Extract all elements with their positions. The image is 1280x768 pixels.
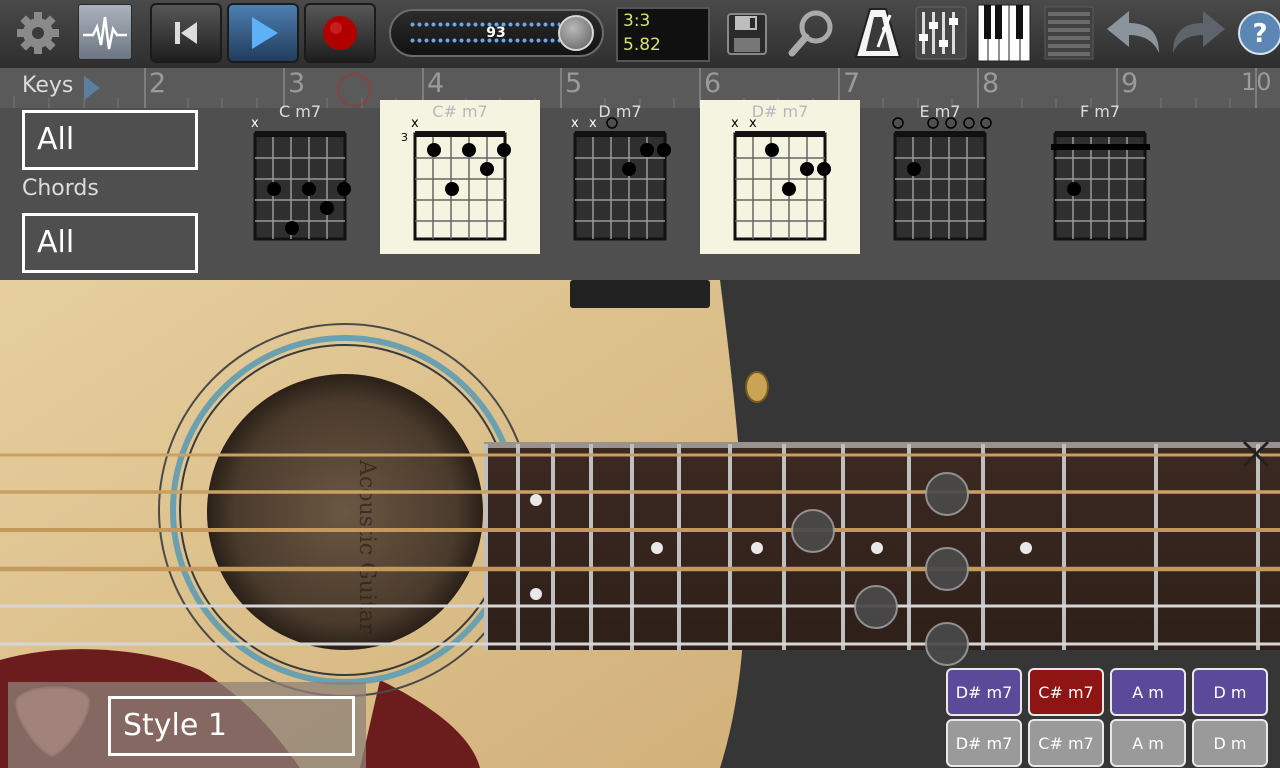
chords-label: Chords [22, 176, 99, 201]
bar-number: 10 [1241, 68, 1272, 96]
bar-number: 4 [427, 68, 445, 99]
play-icon [252, 17, 278, 49]
bar-number: 6 [704, 68, 722, 99]
undo-button[interactable] [1104, 5, 1164, 61]
svg-text:Acoustic Guitar: Acoustic Guitar [354, 459, 379, 634]
waveform-button[interactable] [78, 4, 132, 60]
chord-diagram-dsharpm7[interactable]: D# m7 x x [700, 100, 860, 254]
chord-button[interactable]: D m [1192, 668, 1268, 716]
svg-text:x: x [571, 116, 579, 131]
piano-icon [977, 4, 1031, 62]
gear-icon [17, 12, 59, 54]
settings-button[interactable] [10, 4, 66, 62]
keys-filter-select[interactable]: All [22, 110, 198, 170]
piano-button[interactable] [976, 4, 1032, 62]
chord-chart [892, 117, 992, 241]
bar-number: 7 [843, 68, 861, 99]
chord-chart [1051, 131, 1150, 241]
skip-to-start-button[interactable] [150, 3, 222, 63]
record-button[interactable] [304, 3, 376, 63]
tempo-slider[interactable]: 93 [389, 9, 604, 57]
chord-button[interactable]: C# m7 [1028, 719, 1104, 767]
track-list-button[interactable] [1042, 5, 1096, 61]
chord-diagram-cm7[interactable]: C m7 x [220, 100, 380, 254]
chord-button[interactable]: D# m7 [946, 668, 1022, 716]
search-button[interactable] [784, 5, 840, 61]
chord-button[interactable]: A m [1110, 719, 1186, 767]
search-icon [788, 10, 833, 57]
redo-button[interactable] [1168, 5, 1228, 61]
skip-back-icon [175, 22, 197, 44]
chords-filter-select[interactable]: All [22, 213, 198, 273]
mixer-button[interactable] [914, 5, 968, 61]
time-signature: 3:3 [623, 11, 651, 31]
record-icon [323, 16, 357, 50]
redo-icon [1173, 11, 1225, 53]
waveform-icon [83, 16, 127, 50]
tempo-knob[interactable] [558, 15, 594, 51]
save-button[interactable] [724, 5, 770, 61]
style-select[interactable]: Style 1 [108, 696, 355, 756]
chord-chart: x [251, 116, 351, 241]
svg-text:x: x [251, 116, 259, 131]
chord-button[interactable]: D# m7 [946, 719, 1022, 767]
song-position: 5.82 [623, 35, 661, 55]
play-button[interactable] [227, 3, 299, 63]
bar-number: 5 [565, 68, 583, 99]
bar-number: 8 [982, 68, 1000, 99]
position-display: 3:3 5.82 [616, 7, 710, 62]
save-icon [727, 13, 767, 55]
chord-diagram-em7[interactable]: E m7 [860, 100, 1020, 254]
chord-button[interactable]: C# m7 [1028, 668, 1104, 716]
chord-chart: x x [731, 116, 831, 241]
fret-number: 3 [401, 131, 408, 144]
chord-diagram-fm7[interactable]: F m7 [1020, 100, 1180, 254]
metronome-icon [854, 8, 902, 58]
keys-label: Keys [22, 73, 74, 98]
bar-number: 3 [288, 68, 306, 99]
chord-diagram-csharpm7[interactable]: C# m7 x 3 [380, 100, 540, 254]
help-button[interactable]: ? [1236, 5, 1280, 61]
chord-chart: x x [571, 116, 671, 241]
chord-chart: x [411, 116, 511, 241]
svg-text:?: ? [1252, 19, 1267, 49]
guitar-app: 93 3:3 5.82 ? 2 3 4 5 6 7 8 9 10 Acousti… [0, 0, 1280, 768]
chord-button[interactable]: A m [1110, 668, 1186, 716]
list-icon [1044, 6, 1094, 60]
mixer-icon [915, 6, 967, 60]
undo-icon [1107, 11, 1159, 53]
toolbar: 93 3:3 5.82 ? [0, 0, 1280, 68]
bar-number: 2 [149, 68, 167, 99]
bar-number: 9 [1121, 68, 1139, 99]
svg-text:x: x [731, 116, 739, 131]
metronome-button[interactable] [850, 5, 906, 61]
help-icon: ? [1238, 11, 1280, 55]
svg-text:x: x [749, 116, 757, 131]
svg-text:x: x [411, 116, 419, 131]
close-icon[interactable] [1240, 438, 1272, 470]
chord-button[interactable]: D m [1192, 719, 1268, 767]
tempo-value: 93 [486, 25, 506, 41]
svg-text:x: x [589, 116, 597, 131]
chord-diagram-dm7[interactable]: D m7 x x [540, 100, 700, 254]
